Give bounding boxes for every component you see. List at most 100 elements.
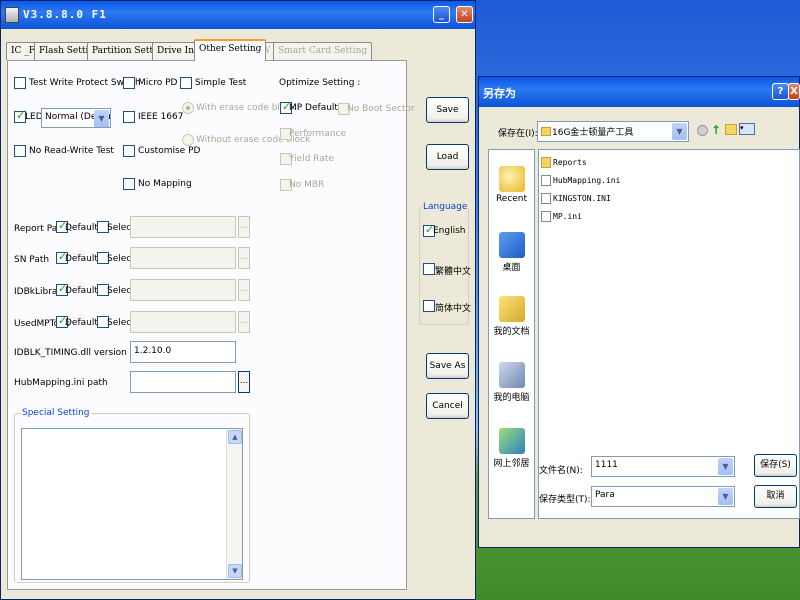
save-dialog-title-bar[interactable]: 另存为 ? X: [479, 77, 800, 107]
idbk-library-input[interactable]: [130, 279, 236, 301]
language-title: Language: [422, 202, 469, 212]
mp-default-label: MP Default: [289, 103, 338, 113]
simple-test-checkbox[interactable]: [180, 77, 192, 89]
idblk-version-label: IDBLK_TIMING.dll version :: [14, 348, 133, 358]
save-in-label: 保存在(I):: [498, 129, 538, 139]
file-name: KINGSTON.INI: [553, 194, 611, 203]
no-read-write-test-checkbox[interactable]: [14, 145, 26, 157]
place-desktop[interactable]: 桌面: [489, 232, 534, 273]
used-mptool-default-label: Default: [65, 318, 98, 328]
idbk-library-browse-button[interactable]: ...: [238, 279, 250, 301]
load-button[interactable]: Load: [426, 144, 469, 170]
used-mptool-browse-button[interactable]: ...: [238, 311, 250, 333]
place-recent-label: Recent: [495, 194, 528, 204]
customise-pd-label: Customise PD: [138, 146, 201, 156]
chevron-down-icon: ▼: [718, 458, 733, 475]
save-as-button[interactable]: Save As: [426, 353, 469, 379]
without-erase-radio[interactable]: [182, 134, 194, 146]
minimize-button[interactable]: _: [433, 6, 450, 23]
special-setting-title: Special Setting: [21, 408, 91, 418]
hubmapping-path-input[interactable]: [130, 371, 236, 393]
with-erase-radio[interactable]: [182, 102, 194, 114]
traditional-chinese-checkbox[interactable]: [423, 263, 435, 275]
desktop-icon: [498, 232, 525, 258]
save-in-dropdown[interactable]: 16G金士顿量产工具 ▼: [537, 121, 689, 142]
my-documents-icon: [498, 296, 525, 322]
place-recent[interactable]: Recent: [489, 166, 534, 204]
place-my-documents[interactable]: 我的文档: [489, 296, 534, 337]
folder-icon: [541, 127, 551, 136]
led-mode-dropdown[interactable]: Normal (Default) ▼: [41, 108, 111, 128]
idblk-version-input[interactable]: 1.2.10.0: [130, 341, 236, 363]
file-name: MP.ini: [553, 212, 582, 221]
hubmapping-path-label: HubMapping.ini path: [14, 378, 108, 388]
sn-path-browse-button[interactable]: ...: [238, 247, 250, 269]
hubmapping-browse-button[interactable]: ...: [238, 371, 250, 393]
list-item[interactable]: MP.ini: [541, 210, 582, 228]
optimize-setting-title: Optimize Setting :: [279, 78, 361, 88]
dialog-save-button[interactable]: 保存(S): [754, 454, 797, 477]
test-write-protect-checkbox[interactable]: [14, 77, 26, 89]
tab-smart-card-setting[interactable]: Smart Card Setting: [273, 42, 373, 60]
ieee-1667-label: IEEE 1667: [138, 112, 184, 122]
main-window-title: V3.8.8.0 F1: [23, 8, 107, 21]
used-mptool-input[interactable]: [130, 311, 236, 333]
filename-input[interactable]: 1111 ▼: [591, 456, 735, 477]
ini-file-icon: [541, 175, 551, 186]
tab-other-setting[interactable]: Other Setting: [194, 39, 267, 61]
traditional-chinese-label: 繁體中文: [435, 267, 472, 277]
idbk-library-default-label: Default: [65, 286, 98, 296]
up-folder-icon[interactable]: ↑: [711, 123, 721, 137]
ieee-1667-checkbox[interactable]: [123, 111, 135, 123]
customise-pd-checkbox[interactable]: [123, 145, 135, 157]
place-network-label: 网上邻居: [493, 459, 530, 469]
report-path-input[interactable]: [130, 216, 236, 238]
my-computer-icon: [498, 362, 525, 388]
scroll-down-icon[interactable]: ▼: [228, 564, 242, 578]
help-button[interactable]: ?: [772, 83, 789, 100]
sn-path-default-label: Default: [65, 254, 98, 264]
save-dialog-title: 另存为: [483, 87, 516, 100]
simple-test-label: Simple Test: [195, 78, 247, 88]
ini-file-icon: [541, 211, 551, 222]
no-mapping-checkbox[interactable]: [123, 178, 135, 190]
special-setting-scrollbar[interactable]: ▲ ▼: [226, 429, 242, 579]
simplified-chinese-label: 简体中文: [435, 304, 472, 314]
network-icon: [498, 428, 525, 454]
filetype-dropdown[interactable]: Para ▼: [591, 486, 735, 507]
special-setting-group: Special Setting ▲ ▼: [14, 408, 250, 583]
sn-path-input[interactable]: [130, 247, 236, 269]
dialog-cancel-button[interactable]: 取消: [754, 485, 797, 508]
no-mbr-label: No MBR: [289, 180, 325, 190]
new-folder-icon[interactable]: [725, 124, 737, 135]
micro-pd-checkbox[interactable]: [123, 77, 135, 89]
list-item[interactable]: Reports: [541, 156, 587, 174]
yield-rate-label: Yield Rate: [289, 154, 334, 164]
file-name: HubMapping.ini: [553, 176, 621, 185]
list-item[interactable]: HubMapping.ini: [541, 174, 620, 192]
back-icon[interactable]: [697, 125, 708, 136]
simplified-chinese-checkbox[interactable]: [423, 300, 435, 312]
special-setting-textarea[interactable]: ▲ ▼: [21, 428, 243, 580]
list-item[interactable]: KINGSTON.INI: [541, 192, 611, 210]
close-button[interactable]: ✕: [456, 6, 473, 23]
place-network[interactable]: 网上邻居: [489, 428, 534, 469]
report-path-browse-button[interactable]: ...: [238, 216, 250, 238]
filetype-label: 保存类型(T):: [539, 495, 591, 505]
cancel-button[interactable]: Cancel: [426, 393, 469, 419]
main-title-bar[interactable]: V3.8.8.0 F1 _ ✕: [1, 1, 475, 29]
no-mapping-label: No Mapping: [138, 179, 192, 189]
no-read-write-test-label: No Read-Write Test: [29, 146, 114, 156]
dialog-close-button[interactable]: X: [788, 83, 800, 100]
places-bar: Recent 桌面 我的文档 我的电脑 网上邻居: [488, 149, 535, 519]
filename-label: 文件名(N):: [539, 466, 583, 476]
save-button[interactable]: Save: [426, 97, 469, 123]
place-my-computer[interactable]: 我的电脑: [489, 362, 534, 403]
recent-icon: [498, 166, 525, 192]
led-label: LED: [25, 112, 43, 122]
save-in-value: 16G金士顿量产工具: [552, 128, 634, 138]
view-menu-icon[interactable]: ▾: [739, 123, 755, 135]
no-boot-sector-label: No Boot Sector: [347, 104, 415, 114]
scroll-up-icon[interactable]: ▲: [228, 430, 242, 444]
folder-icon: [541, 157, 551, 168]
